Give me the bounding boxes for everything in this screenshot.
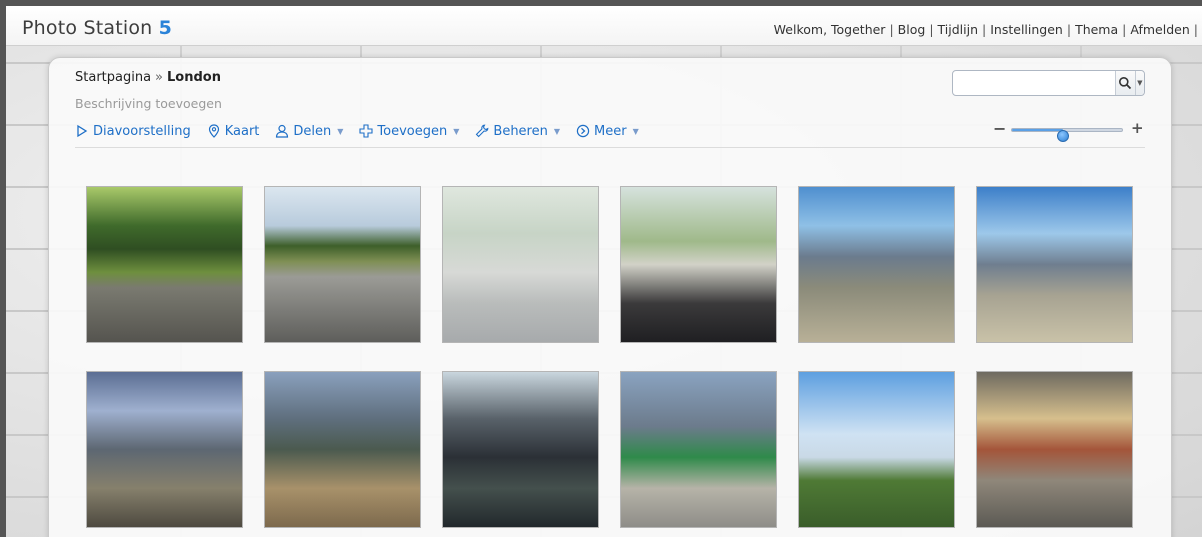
play-icon	[77, 124, 88, 138]
photo-image	[87, 187, 242, 342]
top-links: Welkom, Together | Blog | Tijdlijn | Instellin…	[773, 22, 1198, 37]
zoom-handle[interactable]	[1056, 130, 1069, 142]
photo-thumbnail[interactable]	[264, 371, 421, 528]
settings-link[interactable]: Instellingen	[990, 22, 1063, 37]
slideshow-button[interactable]: Diavoorstelling	[75, 124, 191, 139]
photo-thumbnail[interactable]	[798, 186, 955, 343]
photo-image	[265, 187, 420, 342]
manage-label: Beheren	[493, 123, 548, 139]
share-label: Delen	[293, 123, 332, 139]
photo-image	[443, 187, 598, 342]
breadcrumb-current: London	[167, 70, 221, 85]
breadcrumb: Startpagina » London	[75, 70, 221, 85]
photo-image	[87, 372, 242, 527]
chevron-down-icon: ▼	[1137, 79, 1143, 87]
photo-image	[799, 372, 954, 527]
photo-image	[977, 372, 1132, 527]
photo-thumbnail[interactable]	[264, 186, 421, 343]
zoom-fill	[1012, 129, 1063, 131]
logout-link[interactable]: Afmelden	[1130, 22, 1189, 37]
photo-image	[799, 187, 954, 342]
add-description-link[interactable]: Beschrijving toevoegen	[75, 96, 222, 111]
breadcrumb-home[interactable]: Startpagina	[75, 70, 151, 85]
manage-button[interactable]: Beheren ▼	[475, 124, 560, 139]
user-icon	[276, 124, 289, 138]
photo-image	[621, 187, 776, 342]
photo-image	[621, 372, 776, 527]
search-options-dropdown[interactable]: ▼	[1134, 71, 1144, 95]
wrench-icon	[476, 124, 489, 138]
photo-thumbnail[interactable]	[620, 371, 777, 528]
search-button[interactable]	[1115, 71, 1135, 95]
map-button[interactable]: Kaart	[207, 123, 260, 139]
welcome-link[interactable]: Welkom, Together	[774, 22, 886, 37]
manage-caret-icon: ▼	[553, 126, 561, 136]
share-caret-icon: ▼	[337, 126, 344, 136]
zoom-track[interactable]	[1011, 128, 1123, 142]
theme-link[interactable]: Thema	[1075, 22, 1118, 37]
top-bar: Photo Station 5 Welkom, Together | Blog | Ti…	[6, 6, 1202, 46]
zoom-slider: − +	[989, 119, 1149, 142]
photo-thumbnail[interactable]	[442, 371, 599, 528]
photo-image	[265, 372, 420, 527]
photo-thumbnail[interactable]	[976, 186, 1133, 343]
circle-arrow-icon	[576, 124, 590, 138]
blog-link[interactable]: Blog	[898, 22, 926, 37]
map-pin-icon	[208, 124, 219, 138]
more-button[interactable]: Meer ▼	[576, 124, 639, 139]
logo-text: Photo Station	[22, 17, 153, 39]
photo-thumbnail[interactable]	[442, 186, 599, 343]
photo-thumbnail[interactable]	[620, 186, 777, 343]
app-logo[interactable]: Photo Station 5	[22, 17, 172, 39]
add-caret-icon: ▼	[453, 126, 460, 136]
photo-thumbnail[interactable]	[976, 371, 1133, 528]
breadcrumb-separator: »	[155, 70, 164, 85]
zoom-in-button[interactable]: +	[1131, 119, 1144, 137]
photo-image	[977, 187, 1132, 342]
search-icon	[1119, 77, 1132, 90]
logo-version: 5	[158, 17, 173, 39]
add-button[interactable]: Toevoegen ▼	[359, 124, 459, 139]
search-box: ▼	[952, 70, 1145, 96]
add-label: Toevoegen	[377, 123, 448, 139]
slideshow-label: Diavoorstelling	[93, 123, 191, 139]
more-caret-icon: ▼	[632, 126, 639, 136]
timeline-link[interactable]: Tijdlijn	[938, 22, 978, 37]
plus-icon	[359, 124, 373, 138]
window-frame-left	[0, 0, 6, 537]
more-label: Meer	[594, 123, 627, 139]
photo-image	[443, 372, 598, 527]
share-button[interactable]: Delen ▼	[275, 124, 343, 139]
album-toolbar: Diavoorstelling Kaart Delen ▼ Toevoegen …	[75, 120, 639, 142]
toolbar-divider	[75, 147, 1145, 148]
search-input[interactable]	[953, 71, 1115, 95]
photo-thumbnail[interactable]	[86, 186, 243, 343]
map-label: Kaart	[224, 123, 260, 139]
zoom-out-button[interactable]: −	[993, 119, 1006, 138]
photo-thumbnail[interactable]	[798, 371, 955, 528]
photo-thumbnail[interactable]	[86, 371, 243, 528]
